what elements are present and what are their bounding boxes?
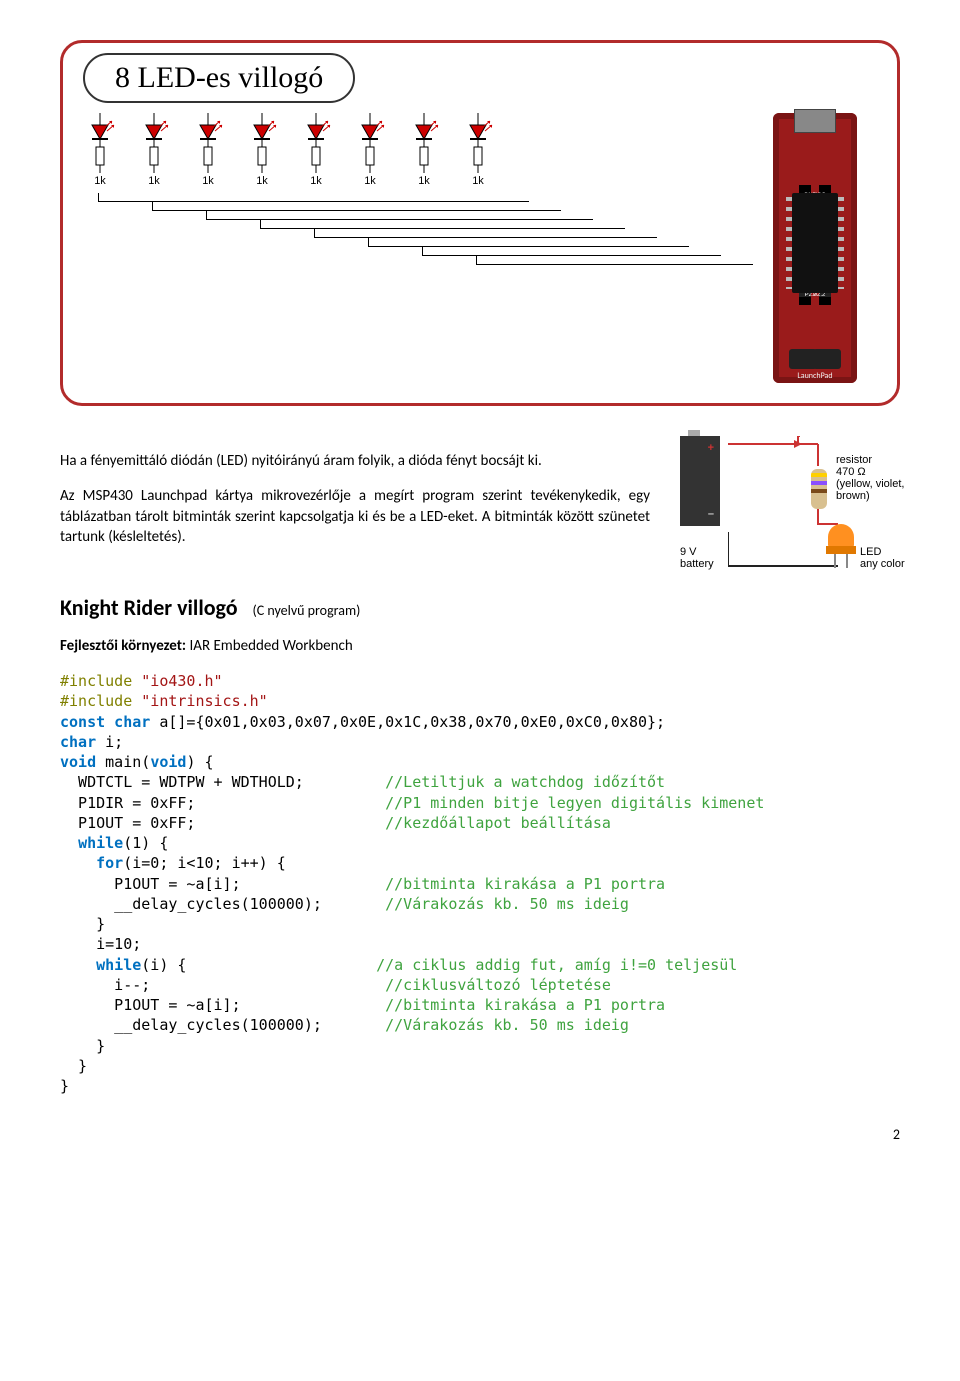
resistor-label: resistor 470 Ω (yellow, violet, brown): [836, 454, 904, 502]
led-5: 1k: [299, 113, 333, 187]
side-circuit: +– resistor 470: [680, 436, 900, 570]
resistor-value: 1k: [256, 175, 268, 187]
page-number: 2: [60, 1126, 900, 1143]
program-subtitle: (C nyelvű program): [253, 602, 361, 619]
resistor-value: 1k: [202, 175, 214, 187]
led-2: 1k: [137, 113, 171, 187]
program-heading: Knight Rider villogó (C nyelvű program): [60, 594, 900, 621]
led-1: 1k: [83, 113, 117, 187]
board-button-left: [813, 349, 841, 369]
dev-environment: Fejlesztői környezet: IAR Embedded Workb…: [60, 637, 900, 655]
led-icon: [826, 524, 856, 568]
led-array: 1k 1k 1k: [83, 113, 753, 265]
board-label: LaunchPad: [797, 371, 832, 381]
paragraph-1: Ha a fényemittáló diódán (LED) nyitóirán…: [60, 451, 650, 471]
launchpad-board: VCCP1.0P1.1P1.2P1.3P1.4P1.5P2.0P2.1P2.2 …: [773, 113, 857, 383]
resistor-value: 1k: [472, 175, 484, 187]
resistor-value: 1k: [148, 175, 160, 187]
led-6: 1k: [353, 113, 387, 187]
led-8: 1k: [461, 113, 495, 187]
wire-3: [206, 211, 593, 220]
mcu-chip: [792, 193, 838, 293]
led-7: 1k: [407, 113, 441, 187]
schematic-title: 8 LED-es villogó: [83, 53, 355, 103]
schematic-panel: 8 LED-es villogó 1k: [60, 40, 900, 406]
usb-connector: [794, 109, 836, 133]
wire-6: [368, 238, 689, 247]
paragraph-2: Az MSP430 Launchpad kártya mikrovezérlőj…: [60, 486, 650, 547]
resistor-value: 1k: [418, 175, 430, 187]
resistor-value: 1k: [310, 175, 322, 187]
wire-1: [98, 193, 529, 202]
wire-2: [152, 202, 561, 211]
wire-7: [422, 247, 721, 256]
led-3: 1k: [191, 113, 225, 187]
source-code: #include "io430.h" #include "intrinsics.…: [60, 671, 900, 1096]
resistor-icon: [808, 464, 830, 514]
wire-4: [260, 220, 625, 229]
led-4: 1k: [245, 113, 279, 187]
wire-5: [314, 229, 657, 238]
battery-icon: +–: [680, 436, 720, 526]
wire-8: [476, 256, 753, 265]
resistor-value: 1k: [364, 175, 376, 187]
resistor-value: 1k: [94, 175, 106, 187]
led-label: LED any color: [860, 546, 905, 570]
board-button-right: [789, 349, 817, 369]
